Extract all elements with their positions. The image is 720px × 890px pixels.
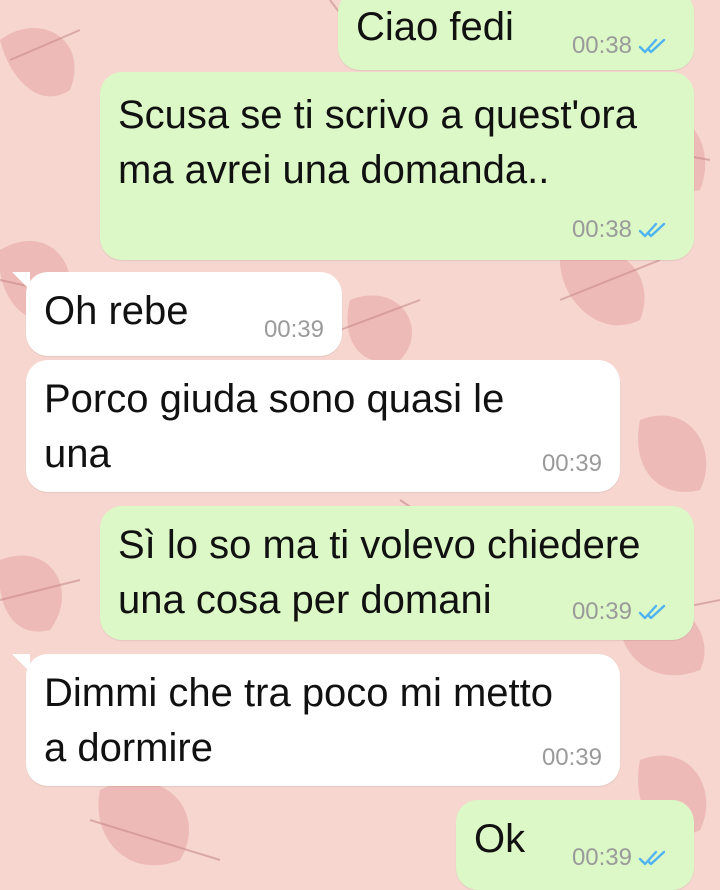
message-incoming[interactable]: Porco giuda sono quasi le una 00:39	[26, 360, 620, 492]
message-text: Oh rebe	[44, 289, 189, 333]
message-incoming[interactable]: Dimmi che tra poco mi metto a dormire 00…	[26, 654, 620, 786]
message-meta: 00:39	[264, 316, 324, 344]
message-text: Porco giuda sono quasi le una	[44, 377, 505, 476]
message-meta: 00:39	[542, 744, 602, 772]
message-outgoing[interactable]: Sì lo so ma ti volevo chiedere una cosa …	[100, 506, 694, 640]
message-time: 00:39	[571, 844, 632, 871]
message-text: Dimmi che tra poco mi metto a dormire	[44, 671, 554, 770]
message-outgoing[interactable]: Ciao fedi 00:38	[338, 0, 694, 70]
message-time: 00:39	[541, 450, 602, 477]
message-text: Ciao fedi	[356, 5, 514, 49]
message-time: 00:38	[571, 216, 632, 243]
read-receipt-icon	[638, 604, 666, 620]
message-text: Ok	[474, 817, 526, 861]
read-receipt-icon	[638, 222, 666, 238]
message-outgoing[interactable]: Ok 00:39	[456, 800, 694, 890]
message-meta: 00:39	[542, 450, 602, 478]
message-incoming[interactable]: Oh rebe 00:39	[26, 272, 342, 356]
read-receipt-icon	[638, 850, 666, 866]
message-meta: 00:39	[572, 598, 668, 626]
message-meta: 00:38	[572, 32, 668, 60]
message-text: Sì lo so ma ti volevo chiedere una cosa …	[118, 523, 641, 622]
message-outgoing[interactable]: Scusa se ti scrivo a quest'ora ma avrei …	[100, 72, 694, 260]
read-receipt-icon	[638, 38, 666, 54]
message-time: 00:38	[571, 32, 632, 59]
message-meta: 00:38	[572, 216, 668, 244]
message-time: 00:39	[571, 598, 632, 625]
message-time: 00:39	[263, 316, 324, 343]
message-time: 00:39	[541, 744, 602, 771]
message-text: Scusa se ti scrivo a quest'ora ma avrei …	[118, 93, 637, 192]
message-meta: 00:39	[572, 844, 668, 872]
